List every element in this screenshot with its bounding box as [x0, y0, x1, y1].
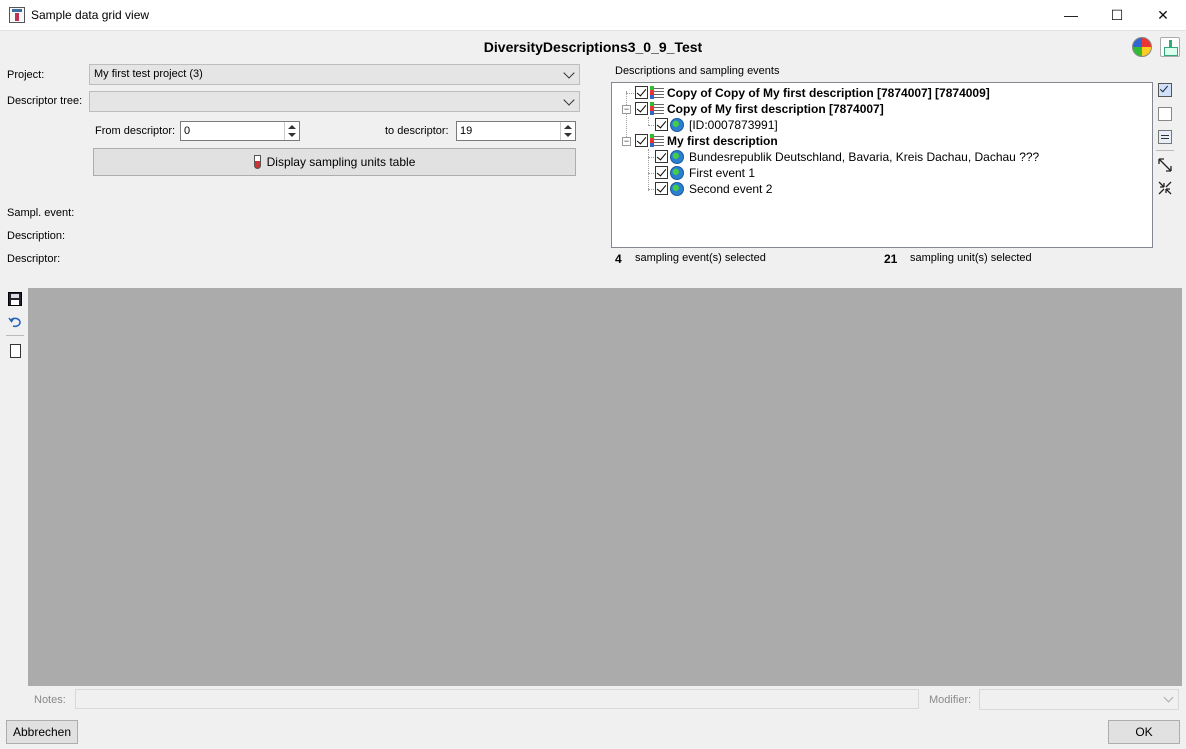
- sampl-event-label: Sampl. event:: [7, 207, 75, 219]
- globe-icon: [670, 166, 684, 180]
- app-icon: [9, 7, 25, 23]
- window-title: Sample data grid view: [31, 8, 150, 22]
- tree-item-checkbox[interactable]: [655, 182, 668, 195]
- collapse-all-icon[interactable]: [1158, 181, 1172, 195]
- arrow-down-icon: [288, 133, 296, 137]
- chevron-down-icon: [1163, 692, 1174, 703]
- expand-all-icon[interactable]: [1158, 158, 1172, 172]
- display-button-label: Display sampling units table: [266, 155, 416, 169]
- project-combo[interactable]: My first test project (3): [89, 64, 580, 85]
- tree-group-title: Descriptions and sampling events: [615, 65, 780, 77]
- tree-item-checkbox[interactable]: [655, 118, 668, 131]
- descriptor-tree-combo[interactable]: [89, 91, 580, 112]
- database-title: DiversityDescriptions3_0_9_Test: [483, 39, 703, 55]
- tree-item-checkbox[interactable]: [635, 86, 648, 99]
- to-descriptor-stepper[interactable]: 19: [456, 121, 576, 141]
- arrow-up-icon: [288, 125, 296, 129]
- description-icon: [650, 86, 664, 99]
- globe-icon: [670, 118, 684, 132]
- units-selected-count: 21: [884, 252, 898, 266]
- chevron-down-icon: [563, 67, 575, 79]
- ok-button[interactable]: OK: [1108, 720, 1180, 744]
- test-tube-icon: [253, 155, 261, 169]
- description-icon: [650, 134, 664, 147]
- collapse-toggle[interactable]: −: [622, 105, 631, 114]
- tree-connector: [626, 91, 627, 141]
- tree-connector: [648, 149, 649, 191]
- description-label: Description:: [7, 230, 66, 242]
- from-descriptor-stepper[interactable]: 0: [180, 121, 300, 141]
- notes-label: Notes:: [34, 694, 66, 706]
- toolbar-separator: [6, 335, 24, 336]
- save-icon[interactable]: [8, 292, 22, 306]
- tree-item-checkbox[interactable]: [655, 166, 668, 179]
- globe-icon: [670, 182, 684, 196]
- chevron-down-icon: [563, 94, 575, 106]
- check-all-icon[interactable]: [1158, 83, 1172, 97]
- project-label: Project:: [7, 69, 45, 81]
- arrow-down-icon: [564, 133, 572, 137]
- notes-input[interactable]: [75, 689, 919, 709]
- project-value: My first test project (3): [94, 68, 203, 80]
- undo-icon[interactable]: [8, 315, 22, 329]
- globe-icon: [670, 150, 684, 164]
- descriptor-label: Descriptor:: [7, 253, 61, 265]
- tree-connector: [648, 117, 649, 125]
- cancel-button[interactable]: Abbrechen: [6, 720, 78, 744]
- descriptions-tree[interactable]: − − Copy of Copy of My first description…: [611, 82, 1153, 248]
- descriptor-tree-label: Descriptor tree:: [7, 95, 83, 107]
- tree-item[interactable]: My first description: [635, 133, 778, 149]
- display-sampling-units-button[interactable]: Display sampling units table: [93, 148, 576, 176]
- maximize-button[interactable]: ☐: [1094, 0, 1140, 31]
- from-descriptor-label: From descriptor:: [95, 125, 176, 137]
- tree-item-checkbox[interactable]: [635, 102, 648, 115]
- events-selected-label: sampling event(s) selected: [635, 252, 766, 264]
- title-bar: [0, 0, 1186, 31]
- from-descriptor-value: 0: [184, 125, 191, 137]
- stepper-buttons[interactable]: [284, 122, 299, 140]
- sample-data-grid[interactable]: [28, 288, 1182, 686]
- to-descriptor-value: 19: [460, 125, 473, 137]
- tree-item[interactable]: First event 1: [655, 165, 755, 181]
- tree-item[interactable]: Bundesrepublik Deutschland, Bavaria, Kre…: [655, 149, 1039, 165]
- tree-item[interactable]: Second event 2: [655, 181, 772, 197]
- tool-separator: [1156, 150, 1174, 151]
- tree-item[interactable]: [ID:0007873991]: [655, 117, 778, 133]
- color-wheel-icon[interactable]: [1132, 37, 1152, 57]
- events-selected-count: 4: [615, 252, 622, 266]
- arrow-up-icon: [564, 125, 572, 129]
- tree-item-checkbox[interactable]: [655, 150, 668, 163]
- minimize-button[interactable]: —: [1048, 0, 1094, 31]
- invert-selection-icon[interactable]: [1158, 130, 1172, 144]
- modifier-label: Modifier:: [929, 694, 972, 706]
- close-button[interactable]: ✕: [1140, 0, 1186, 31]
- tree-item-checkbox[interactable]: [635, 134, 648, 147]
- to-descriptor-label: to descriptor:: [385, 125, 449, 137]
- tree-item[interactable]: Copy of Copy of My first description [78…: [635, 85, 990, 101]
- description-icon: [650, 102, 664, 115]
- export-icon[interactable]: [1160, 37, 1180, 57]
- collapse-toggle[interactable]: −: [622, 137, 631, 146]
- modifier-combo[interactable]: [979, 689, 1179, 710]
- units-selected-label: sampling unit(s) selected: [910, 252, 1032, 264]
- uncheck-all-icon[interactable]: [1158, 107, 1172, 121]
- tree-item[interactable]: Copy of My first description [7874007]: [635, 101, 884, 117]
- stepper-buttons[interactable]: [560, 122, 575, 140]
- new-document-icon[interactable]: [10, 344, 21, 358]
